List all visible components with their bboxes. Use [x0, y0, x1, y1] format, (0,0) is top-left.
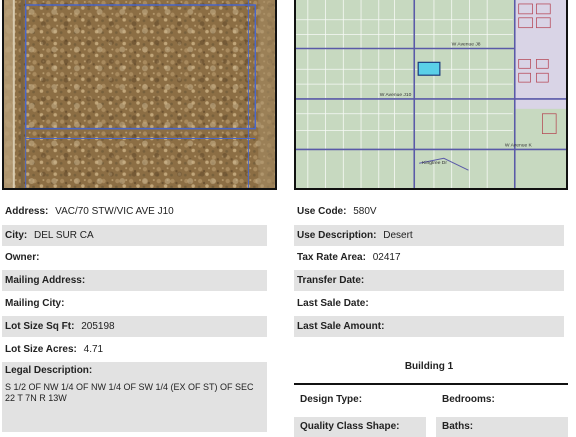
- baths-label: Baths:: [436, 417, 568, 437]
- tax-rate-area-row: Tax Rate Area: 02417: [294, 247, 564, 268]
- map-image: W Avenue J8 W Avenue J10 W Avenue K King…: [296, 0, 566, 188]
- mailing-address-label: Mailing Address:: [5, 275, 86, 286]
- city-value: DEL SUR CA: [34, 230, 94, 241]
- last-sale-amount-row: Last Sale Amount:: [294, 316, 564, 337]
- mailing-address-row: Mailing Address:: [2, 270, 267, 291]
- building-title: Building 1: [404, 361, 454, 372]
- tax-rate-area-label: Tax Rate Area:: [297, 252, 366, 263]
- mailing-city-row: Mailing City:: [2, 293, 267, 314]
- street-label: Kingtree Dr: [422, 160, 447, 166]
- use-description-value: Desert: [383, 230, 413, 241]
- last-sale-date-label: Last Sale Date:: [297, 298, 369, 309]
- owner-row: Owner:: [2, 247, 267, 268]
- owner-label: Owner:: [5, 252, 40, 263]
- design-type-label: Design Type:: [300, 394, 363, 405]
- street-label: W Avenue J8: [452, 42, 481, 48]
- lot-size-acres-label: Lot Size Acres:: [5, 344, 77, 355]
- tax-rate-area-value: 02417: [372, 252, 401, 263]
- use-description-row: Use Description: Desert: [294, 225, 564, 246]
- lot-size-sqft-row: Lot Size Sq Ft: 205198: [2, 316, 267, 337]
- mailing-city-label: Mailing City:: [5, 298, 65, 309]
- parcel-highlight: [417, 61, 441, 76]
- last-sale-amount-label: Last Sale Amount:: [297, 321, 385, 332]
- lot-size-sqft-value: 205198: [81, 321, 115, 332]
- city-row: City: DEL SUR CA: [2, 225, 267, 246]
- use-code-row: Use Code: 580V: [294, 201, 564, 222]
- location-map: W Avenue J8 W Avenue J10 W Avenue K King…: [294, 0, 568, 190]
- quality-class-shape-label: Quality Class Shape:: [294, 417, 426, 437]
- address-value: VAC/70 STW/VIC AVE J10: [55, 206, 174, 217]
- address-label: Address:: [5, 206, 49, 217]
- address-row: Address: VAC/70 STW/VIC AVE J10: [2, 201, 267, 222]
- legal-description-value: S 1/2 OF NW 1/4 OF NW 1/4 OF SW 1/4 (EX …: [5, 382, 254, 403]
- use-description-label: Use Description:: [297, 230, 377, 241]
- street-label: W Avenue K: [505, 142, 533, 148]
- last-sale-date-row: Last Sale Date:: [294, 293, 564, 314]
- use-code-value: 580V: [353, 206, 377, 217]
- bedrooms-label: Bedrooms:: [442, 394, 495, 405]
- aerial-image: [4, 0, 275, 188]
- aerial-photo: [2, 0, 277, 190]
- city-label: City:: [5, 230, 28, 241]
- use-code-label: Use Code:: [297, 206, 347, 217]
- street-label: W Avenue J10: [380, 92, 412, 98]
- building-divider: [294, 383, 568, 385]
- lot-size-sqft-label: Lot Size Sq Ft:: [5, 321, 75, 332]
- lot-size-acres-row: Lot Size Acres: 4.71: [2, 339, 267, 360]
- legal-description-label: Legal Description:: [5, 365, 93, 376]
- lot-size-acres-value: 4.71: [83, 344, 104, 355]
- legal-description-box: Legal Description: S 1/2 OF NW 1/4 OF NW…: [2, 362, 267, 432]
- transfer-date-label: Transfer Date:: [297, 275, 365, 286]
- transfer-date-row: Transfer Date:: [294, 270, 564, 291]
